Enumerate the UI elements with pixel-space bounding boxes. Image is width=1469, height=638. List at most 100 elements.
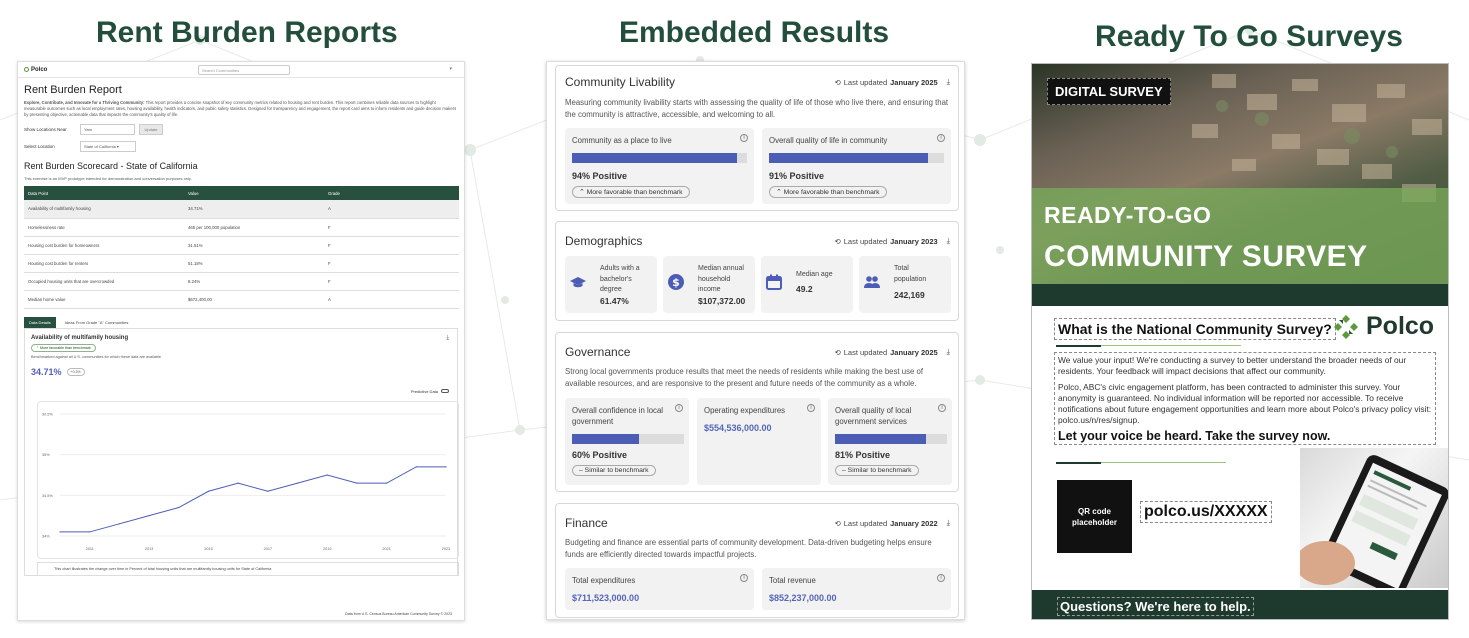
x-tick-label: 2011 [86, 547, 94, 551]
data-point[interactable] [296, 482, 299, 484]
community-search-input[interactable]: Search Communities [198, 65, 290, 75]
footer-text: Questions? We're here to help. [1057, 597, 1254, 616]
data-point[interactable] [207, 490, 210, 492]
toggle-switch[interactable] [441, 389, 449, 393]
metric-label: Total revenue [769, 576, 816, 585]
cell: $672,400.00 [184, 290, 324, 309]
last-updated: ⟲ Last updated January 2023 ⤓ [834, 236, 950, 246]
money-value: $554,536,000.00 [704, 423, 772, 433]
metric-label: Overall quality of life in community [769, 136, 888, 145]
tab-data-details[interactable]: Data Details [24, 316, 56, 328]
data-point[interactable] [59, 530, 61, 533]
updated-date: January 2022 [890, 518, 938, 528]
data-point[interactable] [415, 465, 417, 467]
intro-bold: Explore, Contribute, and Innovate for a … [24, 100, 145, 105]
tab-ideas[interactable]: Ideas From Grade "A" Communities [60, 317, 134, 328]
table-row[interactable]: Housing cost burden for renters 51.18% F [24, 254, 459, 273]
metric-card[interactable]: Total expenditures i $711,523,000.00 [565, 568, 754, 610]
download-icon[interactable]: ⤓ [947, 518, 950, 528]
cell: A [324, 290, 459, 309]
data-point[interactable] [356, 482, 358, 484]
table-row[interactable]: Availability of multifamily housing 34.71… [24, 200, 459, 219]
cell: 465 per 100,000 population [184, 218, 324, 237]
metric-card[interactable]: Overall quality of life in community i 9… [762, 128, 951, 204]
table-row[interactable]: Homelessness rate 465 per 100,000 populat… [24, 218, 459, 237]
y-tick-label: 34.5% [42, 493, 53, 497]
qr-code-placeholder[interactable]: QR code placeholder [1057, 480, 1132, 553]
data-point[interactable] [148, 514, 150, 516]
predictive-toggle[interactable]: Predictive Data [411, 389, 449, 394]
location-input[interactable]: Yarn [80, 124, 135, 135]
data-point[interactable] [386, 482, 388, 484]
table-row[interactable]: Median home value $672,400.00 A [24, 290, 459, 309]
dark-band [1032, 284, 1448, 306]
y-tick-label: 35% [42, 453, 50, 457]
last-updated: ⟲ Last updated January 2025 ⤓ [834, 347, 950, 357]
demographic-card[interactable]: Median age 49.2 [761, 256, 853, 313]
cell: F [324, 218, 459, 237]
demographic-card[interactable]: $ Median annual household income $107,37… [663, 256, 755, 313]
graduation-cap-icon [570, 277, 586, 288]
data-point[interactable] [178, 506, 180, 508]
embedded-results-panel: Community Livability ⟲ Last updated Januar… [546, 61, 965, 620]
caption-text: This chart illustrates the change over t… [54, 566, 272, 571]
updated-date: January 2023 [890, 236, 938, 246]
history-icon: ⟲ [834, 518, 841, 528]
download-icon[interactable]: ⤓ [446, 335, 449, 342]
polco-logo[interactable]: Polco [24, 67, 47, 73]
data-point[interactable] [445, 465, 447, 467]
data-point[interactable] [326, 473, 328, 476]
progress-bar [572, 434, 684, 444]
data-point[interactable] [118, 522, 120, 524]
demographic-card[interactable]: Adults with a bachelor's degree 61.47% [565, 256, 657, 313]
divider-light [1101, 462, 1226, 463]
download-icon[interactable]: ⤓ [947, 347, 950, 357]
percent-positive: 91% Positive [769, 171, 825, 181]
demographics-section: Demographics ⟲ Last updated January 2023 ⤓ … [555, 221, 959, 321]
cell: Occupied housing units that are overcrow… [24, 272, 184, 291]
update-button[interactable]: Update [139, 124, 163, 135]
rent-burden-report-panel: Polco Search Communities ▾ Rent Burden R… [17, 61, 465, 621]
cell: Availability of multifamily housing [24, 200, 184, 219]
location-select[interactable]: State of California ▾ [80, 141, 136, 152]
info-icon[interactable]: i [937, 134, 945, 142]
y-tick-label: 30.5% [42, 412, 53, 416]
show-locations-label: Show Locations Near [24, 127, 67, 132]
demographic-label: Total population [894, 265, 927, 283]
survey-call-to-action: Let your voice be heard. Take the survey… [1058, 429, 1331, 443]
download-icon[interactable]: ⤓ [947, 236, 950, 246]
metric-card[interactable]: Overall confidence in local government i… [565, 398, 689, 485]
info-icon[interactable]: i [938, 404, 946, 412]
chart-caption: This chart illustrates the change over t… [37, 561, 459, 576]
tablet-illustration [1295, 455, 1448, 597]
survey-url[interactable]: polco.us/XXXXX [1140, 501, 1272, 523]
metric-card[interactable]: Overall quality of local government serv… [828, 398, 952, 485]
col-header: Data Point [24, 186, 184, 200]
cell: 8.24% [184, 272, 324, 291]
data-point[interactable] [89, 530, 91, 533]
metric-card[interactable]: Operating expenditures i $554,536,000.00 [697, 398, 821, 485]
section-title: Finance [565, 516, 608, 530]
survey-flyer-panel: DIGITAL SURVEY READY-TO-GO COMMUNITY SUR… [1031, 63, 1449, 620]
download-icon[interactable]: ⤓ [947, 77, 950, 87]
info-icon[interactable]: i [807, 404, 815, 412]
metric-card[interactable]: Community as a place to live i 94% Posit… [565, 128, 754, 204]
data-point[interactable] [267, 490, 269, 492]
cell: 51.18% [184, 254, 324, 273]
progress-bar [835, 434, 947, 444]
flyer-headline-line1: READY-TO-GO [1044, 202, 1212, 228]
demographic-card[interactable]: Total population 242,169 [859, 256, 951, 313]
benchmark-pill: ⌃ More favorable than benchmark [572, 186, 690, 198]
info-icon[interactable]: i [740, 574, 748, 582]
info-icon[interactable]: i [675, 404, 683, 412]
metric-label: Overall confidence in local government [572, 406, 664, 426]
table-row[interactable]: Occupied housing units that are overcrow… [24, 272, 459, 291]
line-chart: 30.5% 35% 34.5% 34% 2011 2013 2015 2017 2019 2021… [42, 412, 450, 551]
info-icon[interactable]: i [937, 574, 945, 582]
metric-card[interactable]: Total revenue i $852,237,000.00 [762, 568, 951, 610]
cell: F [324, 236, 459, 255]
data-point[interactable] [237, 482, 239, 484]
info-icon[interactable]: i [740, 134, 748, 142]
chevron-down-icon[interactable]: ▾ [449, 66, 452, 72]
table-row[interactable]: Housing cost burden for homeowners 31.51%… [24, 236, 459, 255]
